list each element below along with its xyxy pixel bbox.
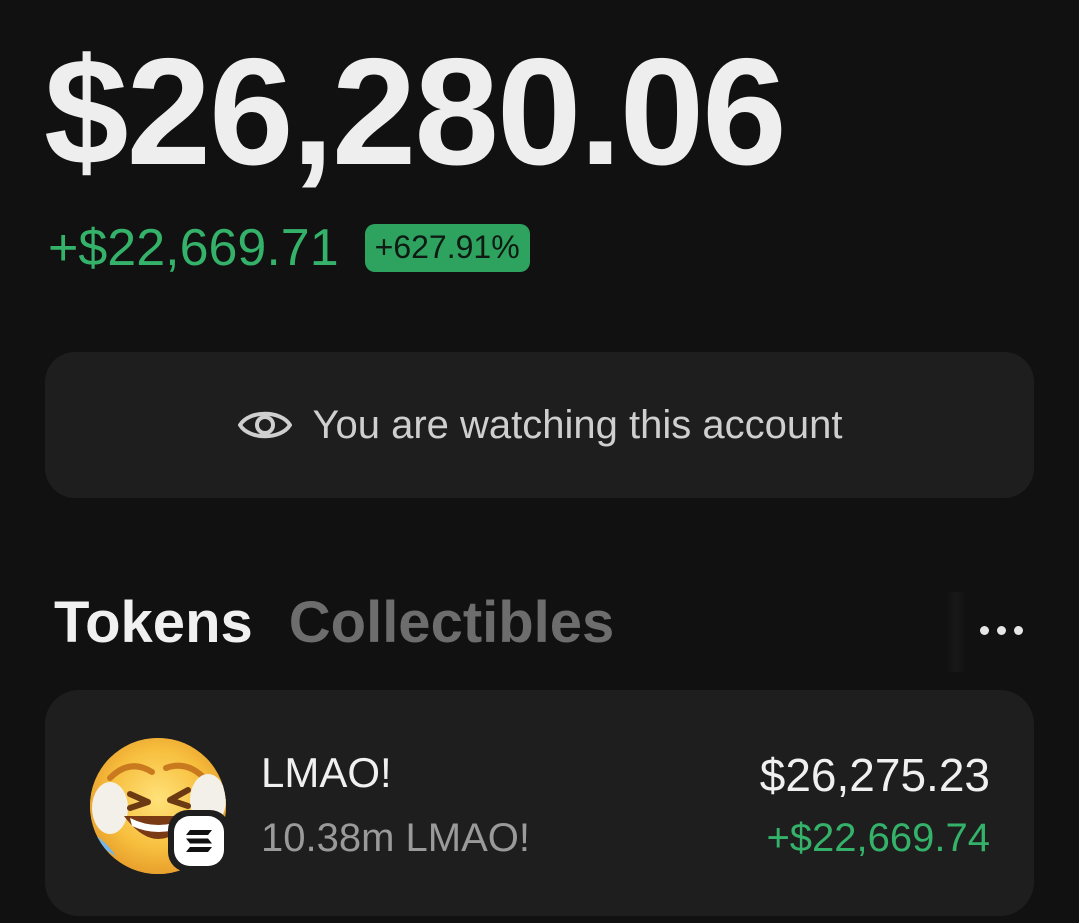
eye-icon — [237, 405, 293, 445]
more-options-button[interactable] — [966, 612, 1036, 648]
wallet-screen: $26,280.06 +$22,669.71 +627.91% You are … — [0, 0, 1079, 923]
more-dots-icon — [979, 625, 989, 635]
token-quantity: 10.38m LMAO! — [261, 816, 531, 860]
token-name: LMAO! — [261, 749, 392, 796]
tab-collectibles[interactable]: Collectibles — [289, 594, 615, 652]
portfolio-change-amount: +$22,669.71 — [48, 219, 339, 277]
token-value: $26,275.23 — [759, 749, 990, 801]
tab-fade-divider — [946, 592, 966, 672]
token-row-lmao[interactable]: LMAO! 10.38m LMAO! $26,275.23 +$22,669.7… — [45, 690, 1034, 916]
watching-account-banner: You are watching this account — [45, 352, 1034, 498]
token-change: +$22,669.74 — [766, 816, 990, 860]
tab-tokens[interactable]: Tokens — [54, 594, 253, 652]
portfolio-balance: $26,280.06 — [44, 27, 787, 197]
asset-tabs: Tokens Collectibles — [54, 594, 614, 652]
more-dots-icon — [996, 625, 1006, 635]
portfolio-change-row: +$22,669.71 +627.91% — [48, 222, 530, 274]
portfolio-change-percent-badge: +627.91% — [364, 224, 530, 272]
watching-account-text: You are watching this account — [312, 402, 843, 447]
more-dots-icon — [1013, 625, 1023, 635]
solana-icon — [168, 810, 230, 872]
